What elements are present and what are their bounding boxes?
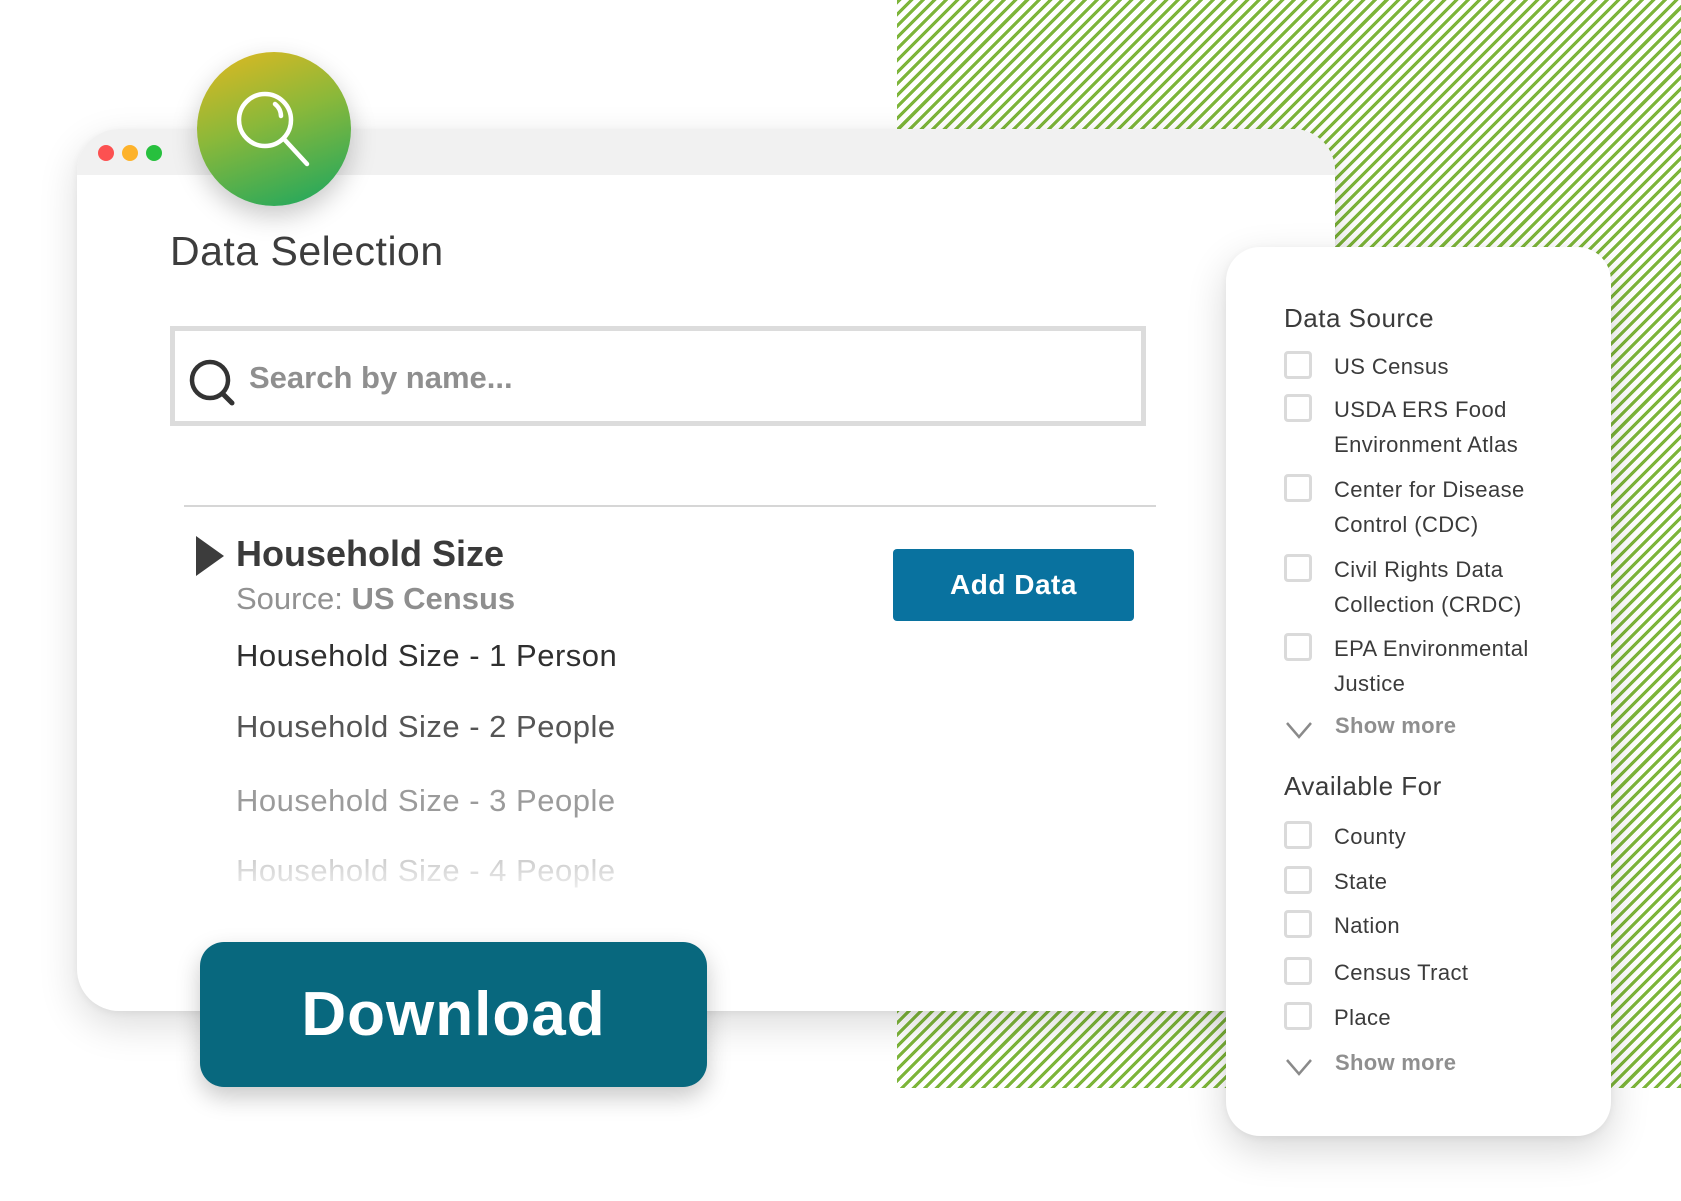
chevron-down-icon bbox=[1286, 722, 1312, 739]
result-title[interactable]: Household Size bbox=[236, 533, 504, 575]
checkbox[interactable] bbox=[1284, 474, 1312, 502]
variable-item[interactable]: Household Size - 3 People bbox=[236, 783, 616, 819]
filter-option-label: Place bbox=[1334, 1005, 1392, 1030]
show-more-label: Show more bbox=[1335, 1050, 1457, 1075]
checkbox[interactable] bbox=[1284, 957, 1312, 985]
variable-item[interactable]: Household Size - 2 People bbox=[236, 709, 616, 745]
filter-option-label: County bbox=[1334, 824, 1407, 849]
search-box[interactable] bbox=[170, 326, 1146, 426]
checkbox[interactable] bbox=[1284, 821, 1312, 849]
magnifier-badge bbox=[197, 52, 351, 206]
window-maximize-button[interactable] bbox=[146, 145, 162, 161]
magnifier-icon bbox=[236, 91, 310, 167]
checkbox[interactable] bbox=[1284, 633, 1312, 661]
search-icon bbox=[189, 359, 235, 406]
checkbox[interactable] bbox=[1284, 554, 1312, 582]
chevron-down-icon bbox=[1286, 1059, 1312, 1076]
filter-panel: Data Source US Census USDA ERS Food Envi… bbox=[1226, 247, 1611, 1136]
page-title: Data Selection bbox=[170, 228, 444, 274]
filter-option-label: US Census bbox=[1334, 354, 1449, 379]
checkbox[interactable] bbox=[1284, 910, 1312, 938]
result-source-value: US Census bbox=[351, 581, 516, 616]
filter-option-label: EPA Environmental Justice bbox=[1334, 636, 1529, 696]
result-source: Source: US Census bbox=[236, 581, 515, 617]
results-divider bbox=[184, 505, 1156, 507]
checkbox[interactable] bbox=[1284, 351, 1312, 379]
result-source-label: Source: bbox=[236, 581, 343, 616]
triangle-right-icon[interactable] bbox=[196, 536, 224, 576]
filter-option-label: Nation bbox=[1334, 913, 1400, 938]
show-more-label: Show more bbox=[1335, 713, 1457, 738]
filter-heading-available-for: Available For bbox=[1284, 771, 1442, 801]
window-close-button[interactable] bbox=[98, 145, 114, 161]
filter-option-label: Center for Disease Control (CDC) bbox=[1334, 477, 1525, 537]
list-fade-overlay bbox=[200, 860, 700, 900]
checkbox[interactable] bbox=[1284, 1002, 1312, 1030]
filter-option-label: Civil Rights Data Collection (CRDC) bbox=[1334, 557, 1522, 617]
variable-item[interactable]: Household Size - 1 Person bbox=[236, 638, 617, 674]
filter-option-label: USDA ERS Food Environment Atlas bbox=[1334, 397, 1519, 457]
search-input[interactable] bbox=[247, 349, 1131, 407]
filter-option-label: State bbox=[1334, 869, 1388, 894]
filter-option-label: Census Tract bbox=[1334, 960, 1469, 985]
download-button[interactable]: Download bbox=[200, 942, 707, 1087]
add-data-button[interactable]: Add Data bbox=[893, 549, 1134, 621]
window-minimize-button[interactable] bbox=[122, 145, 138, 161]
checkbox[interactable] bbox=[1284, 394, 1312, 422]
checkbox[interactable] bbox=[1284, 866, 1312, 894]
filter-heading-data-source: Data Source bbox=[1284, 303, 1435, 333]
